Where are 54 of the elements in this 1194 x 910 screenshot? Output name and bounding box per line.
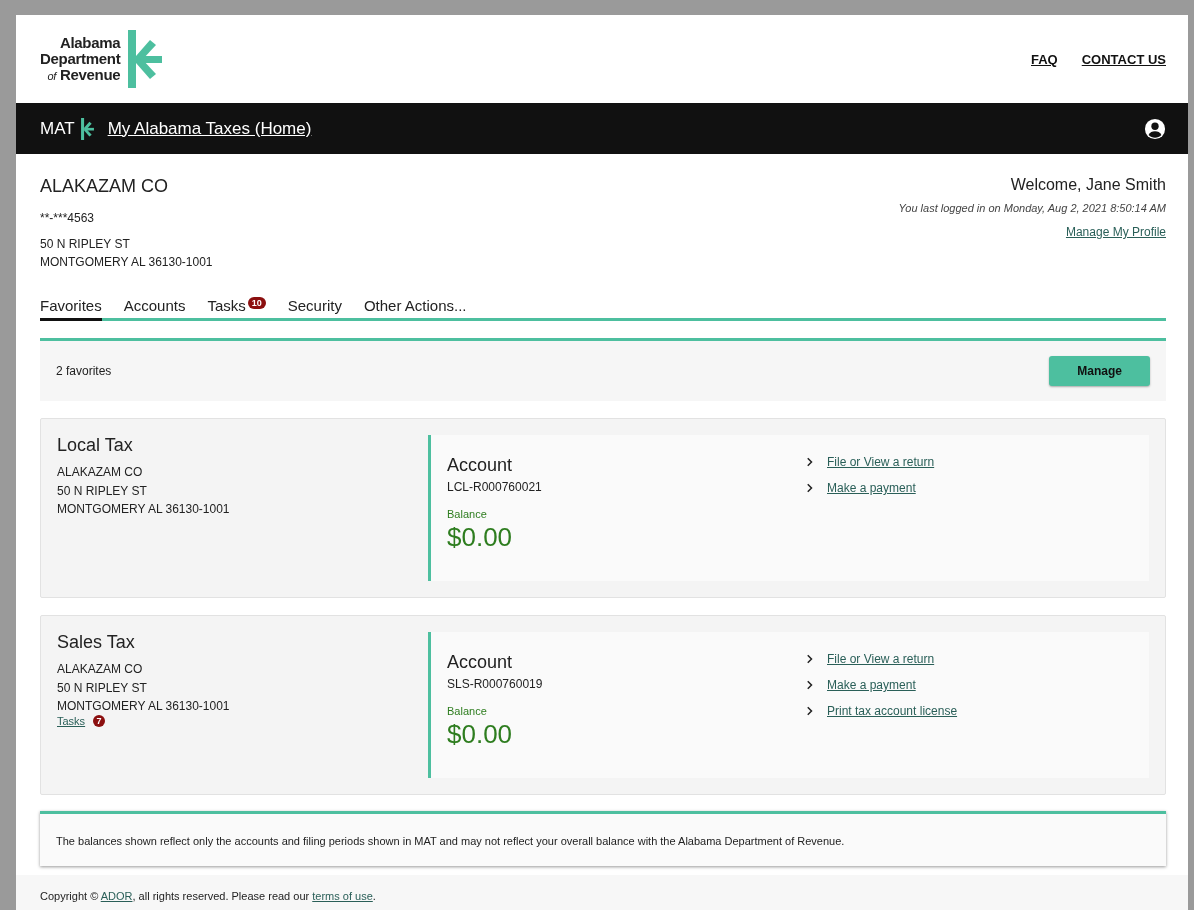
- balance-amount: $0.00: [447, 719, 514, 750]
- tax-type-title: Local Tax: [57, 435, 134, 456]
- terms-link[interactable]: terms of use: [312, 890, 373, 902]
- last-login-text: You last logged in on Monday, Aug 2, 2021 8:50:14 AM: [898, 202, 1166, 214]
- address-line: ALAKAZAM CO: [57, 464, 144, 481]
- logo-icon: [128, 30, 163, 88]
- address-line: 50 N RIPLEY ST: [57, 483, 148, 500]
- profile-link[interactable]: Manage My Profile: [1065, 225, 1166, 239]
- home-link[interactable]: My Alabama Taxes (Home): [107, 118, 312, 139]
- action-link[interactable]: Make a payment: [827, 678, 916, 692]
- balance-label: Balance: [447, 508, 488, 520]
- brand-label: MAT: [40, 118, 75, 139]
- copyright-text: Copyright © ADOR, all rights reserved. Please read our terms of use.: [40, 890, 376, 902]
- account-number: SLS-R000760019: [447, 677, 544, 691]
- manage-button[interactable]: Manage: [1049, 356, 1150, 386]
- account-name: ALAKAZAM CO: [40, 176, 170, 197]
- balance-label: Balance: [447, 705, 488, 717]
- address-line: ALAKAZAM CO: [57, 661, 144, 678]
- account-label: Account: [447, 652, 514, 673]
- address-line: MONTGOMERY AL 36130-1001: [57, 698, 231, 715]
- user-icon[interactable]: [1144, 117, 1166, 140]
- address-line: 50 N RIPLEY ST: [40, 236, 131, 253]
- tab[interactable]: Other Actions...: [363, 297, 467, 321]
- chevron-icon: [807, 483, 813, 493]
- header-link[interactable]: FAQ: [1031, 51, 1058, 67]
- favorites-count: 2 favorites: [56, 364, 112, 378]
- chevron-icon: [807, 654, 813, 664]
- count-badge: 10: [247, 297, 266, 309]
- agency-logo-text: Alabama Department of Revenue: [40, 34, 121, 84]
- chevron-icon: [807, 706, 813, 716]
- address-line: MONTGOMERY AL 36130-1001: [57, 501, 231, 518]
- address-line: MONTGOMERY AL 36130-1001: [40, 254, 213, 271]
- welcome-text: Welcome, Jane Smith: [1009, 176, 1166, 194]
- count-badge: 7: [93, 715, 106, 727]
- tab[interactable]: Accounts: [123, 297, 186, 321]
- chevron-icon: [807, 680, 813, 690]
- action-link[interactable]: Print tax account license: [827, 704, 958, 718]
- action-link[interactable]: File or View a return: [827, 455, 935, 469]
- tab[interactable]: Security: [287, 297, 342, 321]
- tab[interactable]: Favorites: [40, 297, 102, 321]
- account-label: Account: [447, 455, 514, 476]
- tab[interactable]: Tasks 10: [207, 297, 266, 321]
- account-number: LCL-R000760021: [447, 480, 543, 494]
- tasks-link[interactable]: Tasks: [57, 715, 86, 727]
- action-link[interactable]: File or View a return: [827, 652, 935, 666]
- balance-amount: $0.00: [447, 522, 514, 553]
- account-id: **-***4563: [40, 211, 96, 225]
- address-line: 50 N RIPLEY ST: [57, 680, 148, 697]
- action-link[interactable]: Make a payment: [827, 481, 916, 495]
- chevron-icon: [807, 457, 813, 467]
- tax-type-title: Sales Tax: [57, 632, 136, 653]
- notice-text: The balances shown reflect only the accounts and filing periods shown in MAT and may not reflect your overall balance with the Alabama Department of Revenue.: [56, 835, 845, 847]
- logo-icon: [80, 117, 94, 140]
- header-link[interactable]: CONTACT US: [1081, 51, 1166, 67]
